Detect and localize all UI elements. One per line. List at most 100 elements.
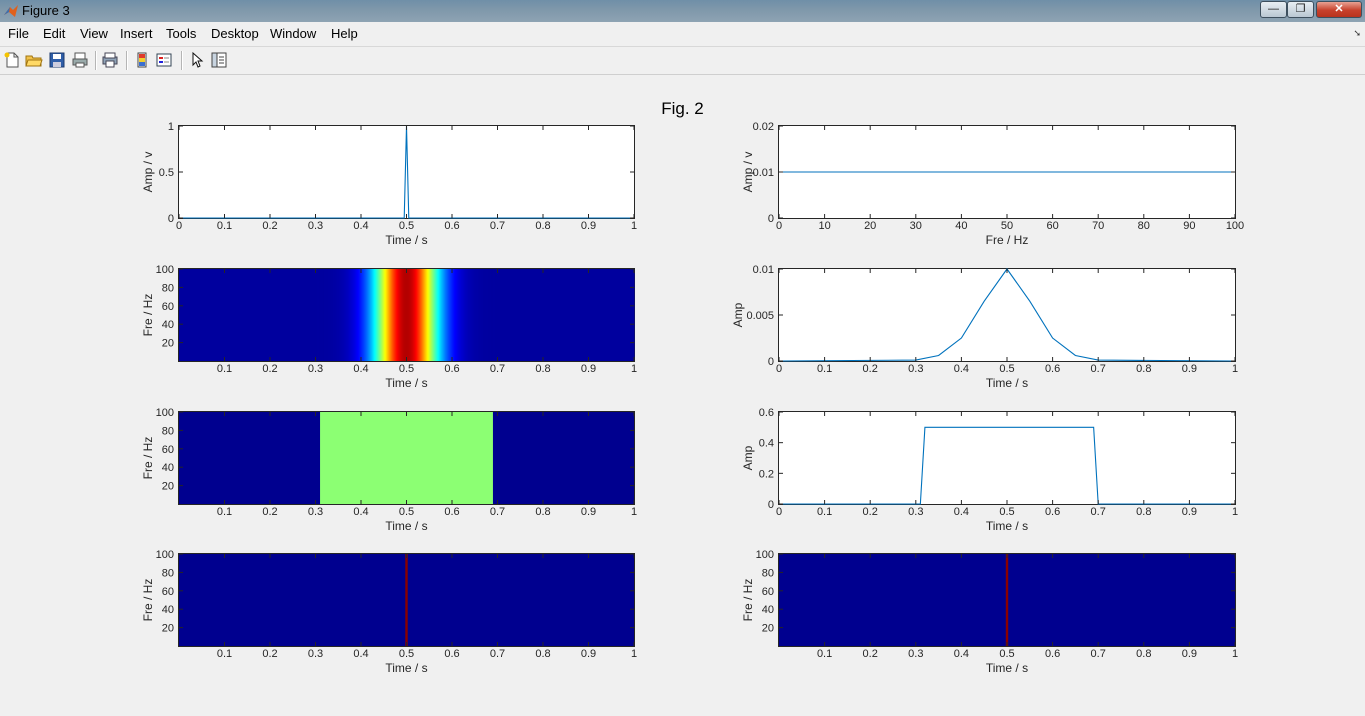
x-tick-label: 0.3 [308, 363, 323, 375]
x-tick-label: 0.4 [353, 220, 368, 232]
y-tick-label: 0 [768, 499, 774, 511]
print-preview-icon[interactable] [101, 51, 119, 69]
toolbar-separator [126, 51, 128, 70]
menu-insert[interactable]: Insert [120, 26, 153, 41]
x-tick-label: 0.2 [863, 363, 878, 375]
y-tick-label: 0.02 [753, 121, 774, 133]
x-tick-label: 0.1 [217, 363, 232, 375]
x-tick-label: 0.4 [353, 506, 368, 518]
x-tick-label: 50 [1001, 220, 1013, 232]
x-tick-label: 0 [776, 363, 782, 375]
x-tick-label: 1 [1232, 648, 1238, 660]
window-title: Figure 3 [22, 3, 70, 18]
menu-view[interactable]: View [80, 26, 108, 41]
x-tick-label: 90 [1183, 220, 1195, 232]
y-tick-label: 20 [762, 623, 774, 635]
x-tick-label: 0.8 [535, 363, 550, 375]
x-tick-label: 0 [176, 220, 182, 232]
chart-p6: 0 0.1 0.2 0.3 0.4 0.5 0.6 0.7 0.8 0.9 1 0 0.2 0.4 0.6 T… [741, 407, 1238, 533]
x-tick-label: 0.1 [217, 220, 232, 232]
y-tick-label: 80 [762, 567, 774, 579]
chart-p2: 0 10 20 30 40 50 60 70 80 90 100 0 0.01 0.02 Fre / Hz A… [741, 121, 1244, 247]
plot-tools-icon[interactable] [210, 51, 228, 69]
x-tick-label: 1 [1232, 506, 1238, 518]
toolbar [0, 47, 1365, 75]
axes-time-frequency-box[interactable]: 0.1 0.2 0.3 0.4 0.5 0.6 0.7 0.8 0.9 1 20 40 60 80 100 T… [141, 407, 637, 533]
y-axis-label: Fre / Hz [141, 294, 155, 337]
x-tick-label: 0.6 [1045, 363, 1060, 375]
x-tick-label: 0.5 [399, 220, 414, 232]
x-tick-label: 0.2 [262, 363, 277, 375]
x-tick-label: 0.7 [1091, 648, 1106, 660]
x-tick-label: 0.9 [581, 506, 596, 518]
x-tick-label: 0.5 [999, 363, 1014, 375]
axes-time-frequency-impulse-right[interactable]: 0.1 0.2 0.3 0.4 0.5 0.6 0.7 0.8 0.9 1 20 40 60 80 100 T… [741, 549, 1238, 675]
legend-icon[interactable] [155, 51, 173, 69]
x-axis-label: Time / s [986, 376, 1028, 390]
x-tick-label: 1 [631, 220, 637, 232]
close-button[interactable]: ✕ [1316, 1, 1362, 18]
chart-p8: 0.1 0.2 0.3 0.4 0.5 0.6 0.7 0.8 0.9 1 20 40 60 80 100 T… [741, 549, 1238, 675]
open-file-icon[interactable] [25, 51, 43, 69]
matlab-logo-icon [4, 5, 18, 17]
x-tick-label: 0.5 [999, 648, 1014, 660]
colorbar-icon[interactable] [133, 51, 151, 69]
x-tick-label: 0.6 [1045, 648, 1060, 660]
x-tick-label: 0.5 [399, 363, 414, 375]
chart-p4: 0 0.1 0.2 0.3 0.4 0.5 0.6 0.7 0.8 0.9 1 0 0.005 0.01 T… [731, 264, 1238, 390]
axes-impulse-signal[interactable]: 0 0.1 0.2 0.3 0.4 0.5 0.6 0.7 0.8 0.9 1 0 0.5 1 Time /… [141, 121, 637, 247]
y-tick-label: 0.5 [159, 167, 174, 179]
x-tick-label: 0.9 [581, 648, 596, 660]
menu-window[interactable]: Window [270, 26, 316, 41]
y-tick-label: 0.005 [746, 310, 774, 322]
restore-button[interactable]: ❐ [1287, 1, 1314, 18]
axes-gaussian-window[interactable]: 0 0.1 0.2 0.3 0.4 0.5 0.6 0.7 0.8 0.9 1 0 0.005 0.01 T… [731, 264, 1238, 390]
x-tick-label: 40 [955, 220, 967, 232]
series-line [179, 125, 634, 219]
heatmap-box-region [320, 412, 493, 504]
dock-arrow-icon[interactable]: ➘ [1353, 28, 1361, 39]
x-tick-label: 0.8 [535, 220, 550, 232]
x-tick-label: 0.1 [217, 506, 232, 518]
axes-time-frequency-gaussian[interactable]: 0.1 0.2 0.3 0.4 0.5 0.6 0.7 0.8 0.9 1 20 40 60 80 100 T… [141, 264, 637, 390]
menu-help[interactable]: Help [331, 26, 358, 41]
x-tick-label: 10 [818, 220, 830, 232]
x-tick-label: 0.8 [535, 506, 550, 518]
x-tick-label: 0.4 [353, 648, 368, 660]
chart-p5: 0.1 0.2 0.3 0.4 0.5 0.6 0.7 0.8 0.9 1 20 40 60 80 100 T… [141, 407, 637, 533]
menu-file[interactable]: File [8, 26, 29, 41]
axes-time-frequency-impulse-left[interactable]: 0.1 0.2 0.3 0.4 0.5 0.6 0.7 0.8 0.9 1 20 40 60 80 100 T… [141, 549, 637, 675]
x-tick-label: 0.3 [308, 506, 323, 518]
menu-tools[interactable]: Tools [166, 26, 196, 41]
y-tick-label: 0 [168, 213, 174, 225]
x-tick-label: 0.5 [399, 506, 414, 518]
new-figure-icon[interactable] [3, 51, 21, 69]
print-icon[interactable] [71, 51, 89, 69]
menu-edit[interactable]: Edit [43, 26, 65, 41]
y-tick-label: 0.4 [759, 438, 774, 450]
x-tick-label: 0.3 [308, 220, 323, 232]
save-icon[interactable] [48, 51, 66, 69]
x-tick-label: 1 [631, 363, 637, 375]
y-tick-label: 60 [162, 444, 174, 456]
x-tick-label: 0.6 [1045, 506, 1060, 518]
y-tick-label: 0.6 [759, 407, 774, 419]
menu-desktop[interactable]: Desktop [211, 26, 259, 41]
y-axis-label: Fre / Hz [741, 579, 755, 622]
axes-box-window[interactable]: 0 0.1 0.2 0.3 0.4 0.5 0.6 0.7 0.8 0.9 1 0 0.2 0.4 0.6 T… [741, 407, 1238, 533]
heatmap-impulse-line [405, 554, 408, 646]
x-tick-label: 0.3 [908, 363, 923, 375]
x-tick-label: 0.6 [444, 220, 459, 232]
x-tick-label: 0.5 [999, 506, 1014, 518]
minimize-button[interactable]: — [1260, 1, 1287, 18]
y-tick-label: 0 [768, 356, 774, 368]
axes-impulse-spectrum[interactable]: 0 10 20 30 40 50 60 70 80 90 100 0 0.01 0.02 Fre / Hz A… [741, 121, 1244, 247]
x-tick-label: 0.3 [308, 648, 323, 660]
x-tick-label: 0.9 [581, 220, 596, 232]
x-tick-label: 0.8 [1136, 363, 1151, 375]
edit-plot-arrow-icon[interactable] [188, 51, 206, 69]
x-tick-label: 0.1 [817, 648, 832, 660]
x-tick-label: 20 [864, 220, 876, 232]
x-axis-label: Time / s [385, 233, 427, 247]
y-tick-label: 40 [162, 319, 174, 331]
